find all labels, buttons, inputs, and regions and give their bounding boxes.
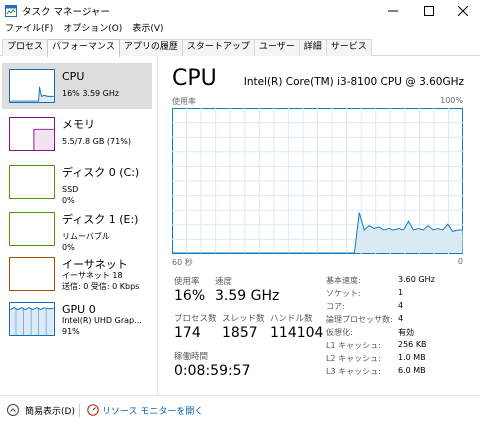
maximize-button[interactable] <box>414 0 444 22</box>
cpu-usage-graph <box>172 108 463 254</box>
processes-label: プロセス数 <box>174 314 217 324</box>
spec-l3-cache-label: L3 キャッシュ: <box>326 367 381 376</box>
tab-details[interactable]: 詳細 <box>298 39 327 56</box>
spec-virtualization-label: 仮想化: <box>326 328 353 337</box>
sidebar-item-disk0[interactable]: ディスク 0 (C:) SSD 0% <box>2 159 152 205</box>
maximize-icon <box>424 6 434 16</box>
spec-sockets-value: 1 <box>398 288 404 297</box>
tab-app-history[interactable]: アプリの履歴 <box>118 39 183 56</box>
threads-label: スレッド数 <box>222 314 265 324</box>
usage-value: 16% <box>174 288 206 304</box>
sidebar-item-disk1[interactable]: ディスク 1 (E:) リムーバブル 0% <box>2 206 152 252</box>
sidebar-item-gpu0[interactable]: GPU 0 Intel(R) UHD Grap... 91% <box>2 296 152 342</box>
sidebar-label-disk0: ディスク 0 (C:) <box>62 166 140 179</box>
tab-performance[interactable]: パフォーマンス <box>47 39 120 57</box>
close-icon <box>458 6 468 16</box>
spec-l2-cache-value: 1.0 MB <box>398 353 426 362</box>
spec-virtualization-value: 有効 <box>398 328 414 337</box>
spec-l1-cache-value: 256 KB <box>398 340 427 349</box>
tab-services[interactable]: サービス <box>325 39 372 56</box>
sidebar-label-cpu: CPU <box>62 70 85 83</box>
graph-y-label: 使用率 <box>172 97 196 106</box>
graph-y-max: 100% <box>440 96 463 105</box>
open-resource-monitor-link[interactable]: リソース モニターを開く <box>102 404 203 417</box>
spec-l2-cache-label: L2 キャッシュ: <box>326 354 381 363</box>
sidebar-sub-gpu0-usage: 91% <box>62 327 80 336</box>
spec-cores-label: コア: <box>326 302 345 311</box>
disk0-thumbnail-graph <box>9 165 55 199</box>
cpu-thumbnail-graph <box>9 69 55 103</box>
menu-view[interactable]: 表示(V) <box>127 22 168 38</box>
menu-bar: ファイル(F) オプション(O) 表示(V) <box>0 22 169 38</box>
graph-x-time-label: 60 秒 <box>172 258 193 267</box>
handles-label: ハンドル数 <box>270 314 313 324</box>
sidebar-sub-disk0-type: SSD <box>62 185 79 194</box>
spec-cores-value: 4 <box>398 301 404 310</box>
fewer-details-button[interactable]: 簡易表示(D) <box>25 404 75 417</box>
sidebar-item-ethernet[interactable]: イーサネット イーサネット 18 送信: 0 受信: 0 Kbps <box>2 251 152 297</box>
spec-base-speed-value: 3.60 GHz <box>398 275 435 284</box>
minimize-icon <box>388 10 398 12</box>
task-manager-icon <box>5 5 17 17</box>
sidebar-sub-memory: 5.5/7.8 GB (71%) <box>62 137 131 146</box>
sidebar-sub-disk0-usage: 0% <box>62 196 75 205</box>
ethernet-thumbnail-graph <box>9 257 55 291</box>
handles-value: 114104 <box>270 325 324 341</box>
gpu-thumbnail-graph <box>9 302 55 336</box>
title-bar: タスク マネージャー <box>0 0 480 22</box>
sidebar-sub-cpu: 16% 3.59 GHz <box>62 89 120 98</box>
resource-monitor-icon <box>87 404 99 416</box>
sidebar-sub-disk1-type: リムーバブル <box>62 232 110 241</box>
sidebar-label-gpu0: GPU 0 <box>62 303 96 316</box>
resource-sidebar: CPU 16% 3.59 GHz メモリ 5.5/7.8 GB (71%) ディ… <box>0 57 158 395</box>
menu-file[interactable]: ファイル(F) <box>0 22 58 38</box>
spec-base-speed-label: 基本速度: <box>326 276 361 285</box>
spec-logical-processors-label: 論理プロセッサ数: <box>326 315 393 324</box>
menu-options[interactable]: オプション(O) <box>58 22 127 38</box>
window-title: タスク マネージャー <box>22 7 110 18</box>
footer-bar: 簡易表示(D) リソース モニターを開く <box>0 395 480 428</box>
sidebar-label-disk1: ディスク 1 (E:) <box>62 213 139 226</box>
speed-value: 3.59 GHz <box>215 288 280 304</box>
threads-value: 1857 <box>222 325 258 341</box>
sidebar-sub-gpu0-name: Intel(R) UHD Grap... <box>62 316 142 325</box>
sidebar-sub-ethernet-rate: 送信: 0 受信: 0 Kbps <box>62 282 140 291</box>
tab-processes[interactable]: プロセス <box>2 39 49 56</box>
sidebar-label-memory: メモリ <box>62 118 95 131</box>
spec-logical-processors-value: 4 <box>398 314 404 323</box>
minimize-button[interactable] <box>378 0 408 22</box>
sidebar-label-ethernet: イーサネット <box>62 258 128 271</box>
uptime-label: 稼働時間 <box>174 352 209 362</box>
tab-users[interactable]: ユーザー <box>253 39 300 56</box>
sidebar-sub-ethernet-name: イーサネット 18 <box>62 271 123 280</box>
cpu-model-name: Intel(R) Core(TM) i3-8100 CPU @ 3.60GHz <box>243 76 464 88</box>
speed-label: 速度 <box>215 277 233 287</box>
tab-bar: プロセス パフォーマンス アプリの履歴 スタートアップ ユーザー 詳細 サービス <box>0 38 480 57</box>
close-button[interactable] <box>448 0 478 22</box>
sidebar-item-cpu[interactable]: CPU 16% 3.59 GHz <box>2 63 152 109</box>
tab-startup[interactable]: スタートアップ <box>181 39 255 56</box>
sidebar-item-memory[interactable]: メモリ 5.5/7.8 GB (71%) <box>2 111 152 157</box>
chevron-up-icon[interactable] <box>7 404 19 416</box>
processes-value: 174 <box>174 325 201 341</box>
spec-l3-cache-value: 6.0 MB <box>398 366 426 375</box>
graph-x-zero: 0 <box>457 257 463 266</box>
usage-label: 使用率 <box>174 277 200 287</box>
memory-thumbnail-graph <box>9 117 55 151</box>
spec-l1-cache-label: L1 キャッシュ: <box>326 341 381 350</box>
page-title: CPU <box>172 66 217 91</box>
uptime-value: 0:08:59:57 <box>174 363 251 379</box>
footer-divider <box>79 404 80 417</box>
spec-sockets-label: ソケット: <box>326 289 361 298</box>
disk1-thumbnail-graph <box>9 212 55 246</box>
